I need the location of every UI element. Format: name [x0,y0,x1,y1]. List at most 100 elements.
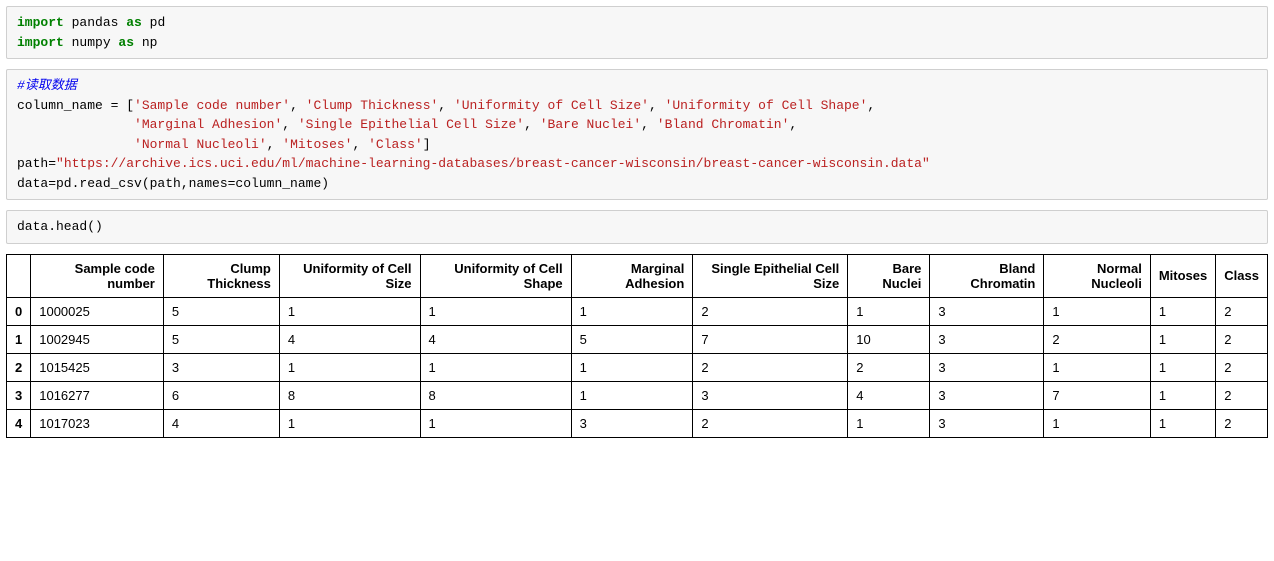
dataframe-output: Sample code number Clump Thickness Unifo… [6,254,1268,438]
cell: 1 [1044,297,1150,325]
cell: 1017023 [31,409,164,437]
col-header: Normal Nucleoli [1044,254,1150,297]
cell: 2 [693,409,848,437]
col-header: Bland Chromatin [930,254,1044,297]
cell: 3 [930,325,1044,353]
table-row: 2 1015425 3 1 1 1 2 2 3 1 1 2 [7,353,1268,381]
row-index: 1 [7,325,31,353]
code-cell-2: #读取数据 column_name = ['Sample code number… [6,69,1268,200]
table-header-row: Sample code number Clump Thickness Unifo… [7,254,1268,297]
code-comment: #读取数据 [17,78,77,93]
table-row: 1 1002945 5 4 4 5 7 10 3 2 1 2 [7,325,1268,353]
col-header: Uniformity of Cell Shape [420,254,571,297]
cell: 4 [420,325,571,353]
col-header: Clump Thickness [163,254,279,297]
cell: 1 [571,381,693,409]
cell: 1 [1044,353,1150,381]
cell: 5 [571,325,693,353]
table-row: 0 1000025 5 1 1 1 2 1 3 1 1 2 [7,297,1268,325]
cell: 3 [930,381,1044,409]
cell: 1 [420,409,571,437]
cell: 1016277 [31,381,164,409]
code-string: 'Mitoses' [282,137,352,152]
cell: 5 [163,297,279,325]
code-text: , [352,137,368,152]
code-text: , [267,137,283,152]
cell: 2 [1216,353,1268,381]
code-string: 'Uniformity of Cell Shape' [665,98,868,113]
code-text: , [789,117,797,132]
code-text: , [282,117,298,132]
code-text: path= [17,156,56,171]
cell: 1 [571,297,693,325]
table-row: 3 1016277 6 8 8 1 3 4 3 7 1 2 [7,381,1268,409]
code-text: , [438,98,454,113]
row-index: 2 [7,353,31,381]
code-text: pandas [64,15,126,30]
cell: 1002945 [31,325,164,353]
col-header: Bare Nuclei [848,254,930,297]
code-cell-3: data.head() [6,210,1268,244]
col-header: Single Epithelial Cell Size [693,254,848,297]
cell: 3 [571,409,693,437]
cell: 2 [1216,297,1268,325]
cell: 4 [163,409,279,437]
table-head: Sample code number Clump Thickness Unifo… [7,254,1268,297]
table-body: 0 1000025 5 1 1 1 2 1 3 1 1 2 1 1002945 … [7,297,1268,437]
code-string: 'Bare Nuclei' [540,117,641,132]
cell: 2 [1044,325,1150,353]
keyword-as: as [126,15,142,30]
cell: 1 [848,297,930,325]
cell: 4 [848,381,930,409]
cell: 1 [1150,297,1215,325]
cell: 1 [571,353,693,381]
col-header: Marginal Adhesion [571,254,693,297]
keyword-as: as [118,35,134,50]
code-text: , [290,98,306,113]
cell: 8 [420,381,571,409]
cell: 6 [163,381,279,409]
cell: 1 [279,353,420,381]
cell: 1 [1150,409,1215,437]
cell: 2 [848,353,930,381]
cell: 1 [279,297,420,325]
code-text: column_name = [ [17,98,134,113]
code-cell-1: import pandas as pd import numpy as np [6,6,1268,59]
col-header: Uniformity of Cell Size [279,254,420,297]
cell: 3 [930,297,1044,325]
code-text: data.head() [17,219,103,234]
code-string: 'Bland Chromatin' [657,117,790,132]
table-row: 4 1017023 4 1 1 3 2 1 3 1 1 2 [7,409,1268,437]
code-string: 'Single Epithelial Cell Size' [298,117,524,132]
code-text: numpy [64,35,119,50]
cell: 3 [693,381,848,409]
cell: 1 [1150,381,1215,409]
cell: 8 [279,381,420,409]
cell: 1 [420,353,571,381]
cell: 7 [693,325,848,353]
code-text: , [524,117,540,132]
cell: 1000025 [31,297,164,325]
cell: 5 [163,325,279,353]
code-text [17,137,134,152]
code-text: , [649,98,665,113]
cell: 3 [930,353,1044,381]
cell: 3 [163,353,279,381]
cell: 1 [848,409,930,437]
index-header [7,254,31,297]
code-text: , [641,117,657,132]
cell: 2 [693,297,848,325]
code-text [17,117,134,132]
cell: 4 [279,325,420,353]
col-header: Class [1216,254,1268,297]
cell: 1 [1044,409,1150,437]
code-text: , [867,98,875,113]
row-index: 0 [7,297,31,325]
cell: 2 [1216,409,1268,437]
cell: 7 [1044,381,1150,409]
code-text: pd [142,15,165,30]
cell: 2 [693,353,848,381]
cell: 1 [1150,353,1215,381]
cell: 1 [420,297,571,325]
row-index: 3 [7,381,31,409]
